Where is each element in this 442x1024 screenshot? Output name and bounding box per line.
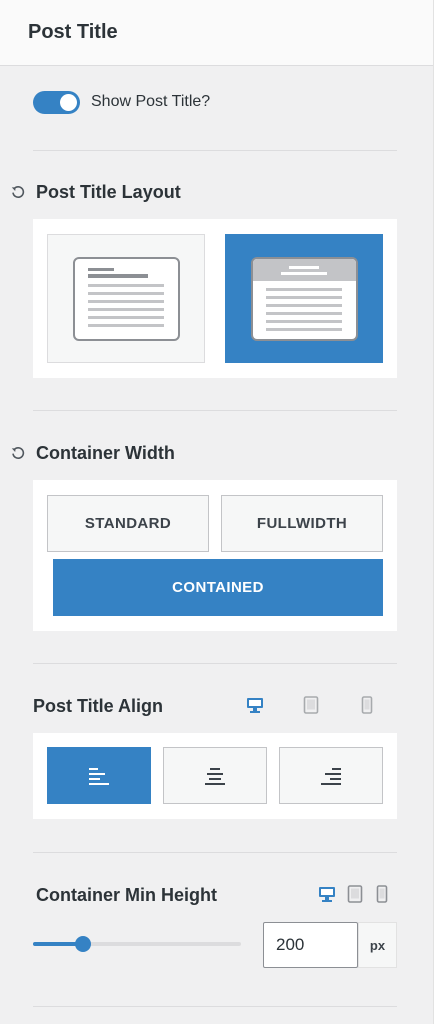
width-standard-button[interactable]: STANDARD [47, 495, 209, 552]
divider [33, 150, 397, 151]
desktop-icon[interactable] [318, 885, 336, 903]
scrollbar[interactable] [433, 0, 442, 1024]
layout-option-normal[interactable] [47, 234, 205, 363]
panel-header: Post Title [0, 0, 433, 66]
align-left-button[interactable] [47, 747, 151, 804]
divider [33, 852, 397, 853]
min-height-input[interactable] [263, 922, 358, 968]
width-contained-button[interactable]: CONTAINED [53, 559, 383, 616]
tablet-icon[interactable] [302, 696, 320, 714]
align-center-button[interactable] [163, 747, 267, 804]
align-right-button[interactable] [279, 747, 383, 804]
min-height-slider[interactable] [33, 936, 241, 952]
show-post-title-toggle[interactable] [33, 91, 80, 114]
tablet-icon[interactable] [346, 885, 364, 903]
width-fullwidth-button[interactable]: FULLWIDTH [221, 495, 383, 552]
mobile-icon[interactable] [373, 885, 391, 903]
divider [33, 1006, 397, 1007]
show-post-title-label: Show Post Title? [91, 93, 211, 110]
unit-selector[interactable]: px [358, 922, 397, 968]
align-center-icon [205, 767, 225, 785]
align-right-icon [321, 767, 341, 785]
slider-thumb[interactable] [74, 936, 91, 952]
post-title-align-heading: Post Title Align [33, 696, 164, 716]
page-title: Post Title [28, 21, 118, 43]
post-title-layout-heading: Post Title Layout [36, 182, 181, 202]
mobile-icon[interactable] [358, 696, 376, 714]
layout-option-above[interactable] [225, 234, 383, 363]
divider [33, 663, 397, 664]
reset-icon[interactable] [10, 184, 26, 200]
toggle-knob [60, 94, 77, 111]
align-left-icon [89, 767, 109, 785]
layout-options-panel [33, 219, 397, 378]
layout-normal-icon [73, 257, 180, 341]
container-width-panel: STANDARD FULLWIDTH CONTAINED [33, 480, 397, 631]
container-width-heading: Container Width [36, 443, 175, 463]
desktop-icon[interactable] [246, 696, 264, 714]
divider [33, 410, 397, 411]
layout-above-icon [251, 257, 358, 341]
container-min-height-heading: Container Min Height [36, 885, 217, 905]
reset-icon[interactable] [10, 445, 26, 461]
align-options-panel [33, 733, 397, 819]
